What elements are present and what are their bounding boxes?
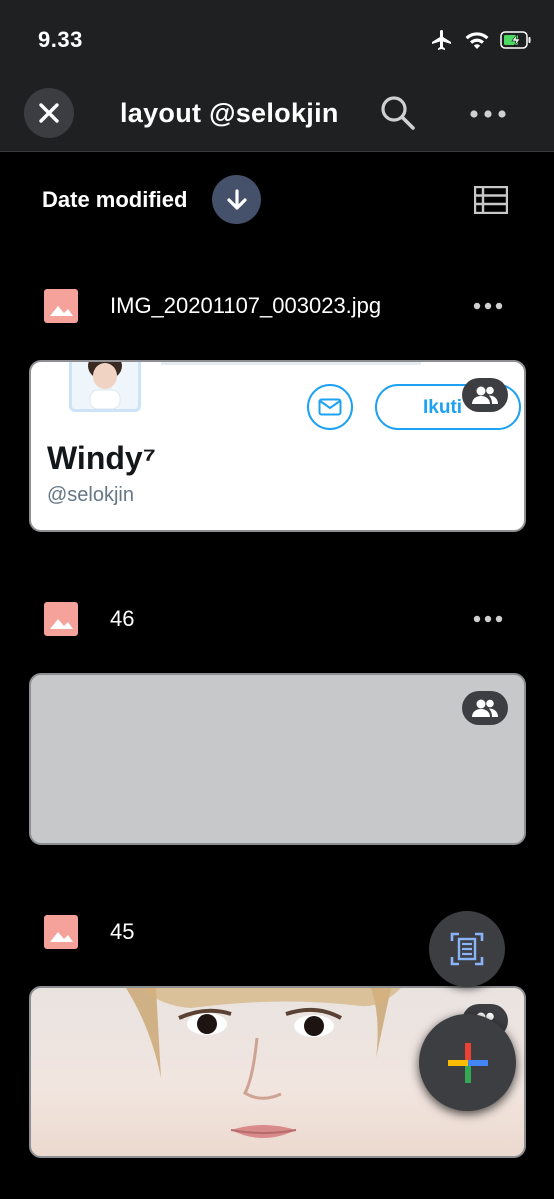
image-file-icon bbox=[44, 915, 78, 949]
more-options-button[interactable] bbox=[466, 92, 510, 136]
page-title: layout @selokjin bbox=[120, 98, 339, 128]
file-name: 46 bbox=[110, 606, 135, 631]
file-thumbnail[interactable] bbox=[29, 673, 526, 845]
file-item-header[interactable]: IMG_20201107_003023.jpg bbox=[0, 281, 554, 331]
file-name: IMG_20201107_003023.jpg bbox=[110, 293, 382, 318]
app-header: layout @selokjin bbox=[0, 76, 554, 152]
shared-people-icon bbox=[472, 699, 498, 717]
message-button[interactable] bbox=[307, 384, 353, 430]
close-button[interactable] bbox=[24, 88, 74, 138]
scan-button[interactable] bbox=[429, 911, 505, 987]
profile-handle: @selokjin bbox=[47, 484, 135, 506]
status-bar: 9.33 bbox=[0, 0, 554, 76]
list-view-button[interactable] bbox=[473, 185, 509, 215]
shared-people-icon bbox=[472, 386, 498, 404]
shared-badge bbox=[462, 378, 508, 412]
profile-name: Windy⁷ bbox=[47, 440, 156, 476]
sort-label[interactable]: Date modified bbox=[42, 187, 187, 213]
image-file-icon bbox=[44, 602, 78, 636]
airplane-icon bbox=[432, 30, 451, 50]
wifi-icon bbox=[465, 32, 489, 49]
shared-badge bbox=[462, 691, 508, 725]
file-item-header[interactable]: 46 bbox=[0, 594, 554, 644]
status-icons bbox=[430, 28, 532, 52]
more-icon bbox=[473, 302, 503, 310]
more-icon bbox=[470, 110, 506, 118]
image-file-icon bbox=[44, 289, 78, 323]
sort-direction-button[interactable] bbox=[212, 175, 261, 224]
plus-icon bbox=[447, 1042, 488, 1083]
avatar bbox=[69, 362, 141, 412]
search-button[interactable] bbox=[376, 92, 420, 136]
sort-row: Date modified bbox=[0, 172, 554, 228]
search-icon bbox=[381, 96, 415, 130]
new-button[interactable] bbox=[419, 1014, 516, 1111]
more-icon bbox=[473, 615, 503, 623]
battery-icon bbox=[500, 31, 531, 49]
file-thumbnail[interactable]: Ikuti Windy⁷ @selokjin bbox=[29, 360, 526, 532]
divider bbox=[161, 362, 421, 365]
mail-icon bbox=[318, 398, 342, 416]
arrow-down-icon bbox=[226, 188, 247, 210]
scan-icon bbox=[450, 932, 484, 966]
file-more-button[interactable] bbox=[466, 287, 510, 325]
file-name: 45 bbox=[110, 919, 135, 944]
list-view-icon bbox=[473, 185, 509, 215]
close-icon bbox=[39, 103, 59, 123]
status-time: 9.33 bbox=[38, 27, 83, 52]
file-more-button[interactable] bbox=[466, 600, 510, 638]
